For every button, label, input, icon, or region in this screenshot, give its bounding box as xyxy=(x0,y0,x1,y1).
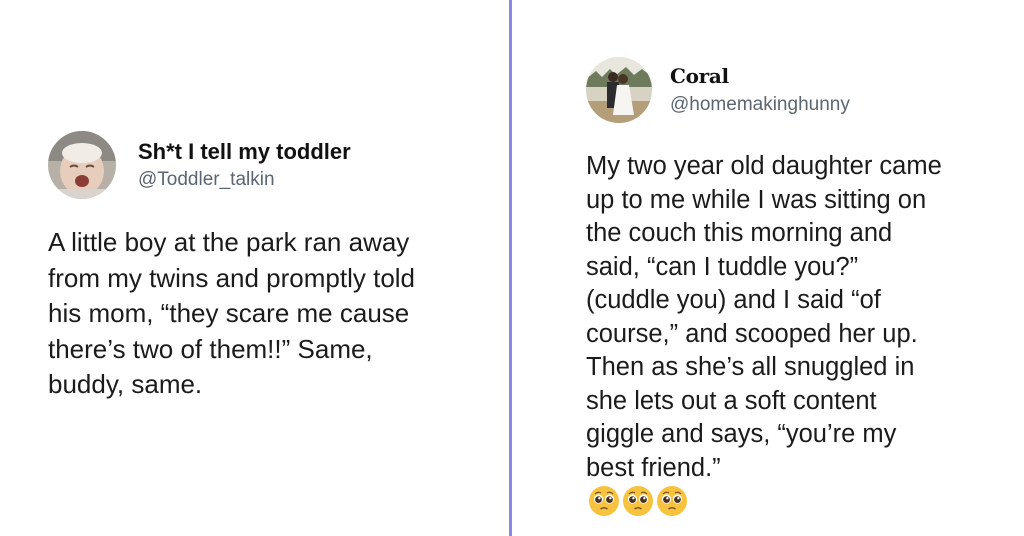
pleading-face-icon xyxy=(657,486,687,516)
tweet-right: Coral @homemakinghunny My two year old d… xyxy=(586,57,996,521)
pleading-face-icon xyxy=(623,486,653,516)
tweet-header: Sh*t I tell my toddler @Toddler_talkin xyxy=(48,131,488,199)
crying-baby-icon xyxy=(48,131,116,199)
avatar[interactable] xyxy=(48,131,116,199)
column-divider xyxy=(509,0,512,536)
wedding-couple-icon xyxy=(586,57,652,123)
tweet-text: My two year old daughter came up to me w… xyxy=(586,150,996,521)
tweet-left: Sh*t I tell my toddler @Toddler_talkin A… xyxy=(48,131,488,403)
display-name[interactable]: Sh*t I tell my toddler xyxy=(138,139,351,165)
emoji-group xyxy=(586,486,688,517)
handle[interactable]: @Toddler_talkin xyxy=(138,169,351,191)
tweet-header: Coral @homemakinghunny xyxy=(586,57,996,123)
display-name[interactable]: Coral xyxy=(670,64,850,88)
pleading-face-icon xyxy=(589,486,619,516)
tweet-author: Coral @homemakinghunny xyxy=(670,64,850,116)
avatar[interactable] xyxy=(586,57,652,123)
tweet-text-content: My two year old daughter came up to me w… xyxy=(586,152,942,482)
tweet-text: A little boy at the park ran away from m… xyxy=(48,227,416,399)
tweet-author: Sh*t I tell my toddler @Toddler_talkin xyxy=(138,139,351,191)
handle[interactable]: @homemakinghunny xyxy=(670,94,850,116)
